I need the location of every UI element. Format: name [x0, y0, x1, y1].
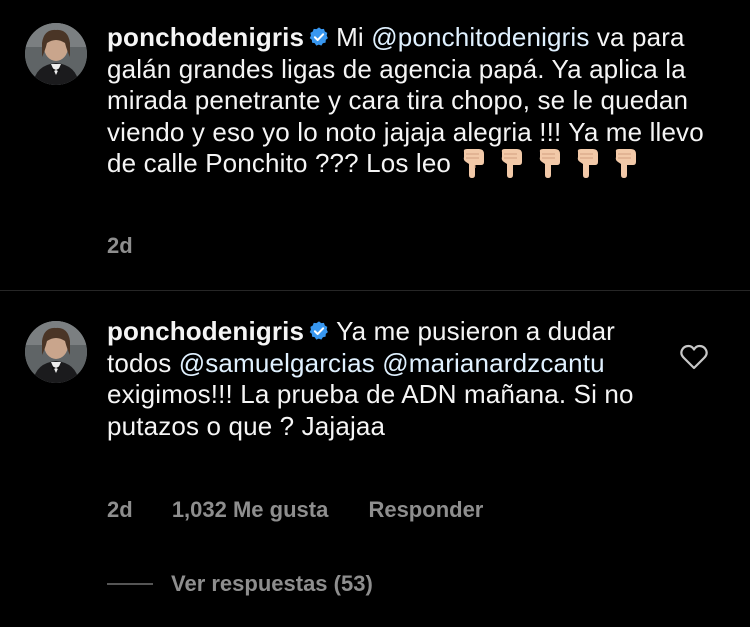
pointing-down-emoji-icon: [539, 149, 561, 178]
likes-count[interactable]: 1,032 Me gusta: [172, 497, 329, 523]
view-replies-button[interactable]: Ver respuestas (53): [107, 569, 373, 599]
avatar-image: [25, 321, 87, 383]
timestamp: 2d: [107, 497, 133, 522]
username[interactable]: ponchodenigris: [107, 22, 304, 52]
comment-meta: 2d: [107, 233, 166, 259]
replies-line: [107, 583, 153, 585]
avatar[interactable]: [25, 23, 87, 85]
mention-link[interactable]: @ponchitodenigris: [371, 22, 589, 52]
mention-link[interactable]: @samuelgarcias: [179, 348, 375, 378]
mention-link[interactable]: @marianardzcantu: [382, 348, 604, 378]
like-heart-icon[interactable]: [680, 344, 708, 370]
pointing-down-emoji-icon: [615, 149, 637, 178]
text-segment: Mi: [336, 22, 372, 52]
comment-2: ponchodenigris Ya me pusieron a dudar tod…: [0, 291, 750, 627]
comment-1: ponchodenigris Mi @ponchitodenigris va pa…: [0, 0, 750, 290]
view-replies-label: Ver respuestas (53): [171, 571, 373, 596]
pointing-down-emoji-icon: [577, 149, 599, 178]
comment-meta: 2d 1,032 Me gusta Responder: [107, 497, 483, 523]
avatar[interactable]: [25, 321, 87, 383]
pointing-down-emoji-icon: [463, 149, 485, 178]
timestamp: 2d: [107, 233, 133, 258]
comment-text: ponchodenigris Mi @ponchitodenigris va pa…: [107, 22, 717, 186]
verified-badge-icon: [309, 27, 329, 46]
text-segment: exigimos!!! La prueba de ADN mañana. Si …: [107, 379, 634, 441]
emoji-row: [459, 148, 649, 186]
username[interactable]: ponchodenigris: [107, 316, 304, 346]
verified-badge-icon: [309, 321, 329, 340]
reply-button[interactable]: Responder: [368, 497, 483, 523]
pointing-down-emoji-icon: [501, 149, 523, 178]
comment-text: ponchodenigris Ya me pusieron a dudar tod…: [107, 316, 677, 442]
avatar-image: [25, 23, 87, 85]
